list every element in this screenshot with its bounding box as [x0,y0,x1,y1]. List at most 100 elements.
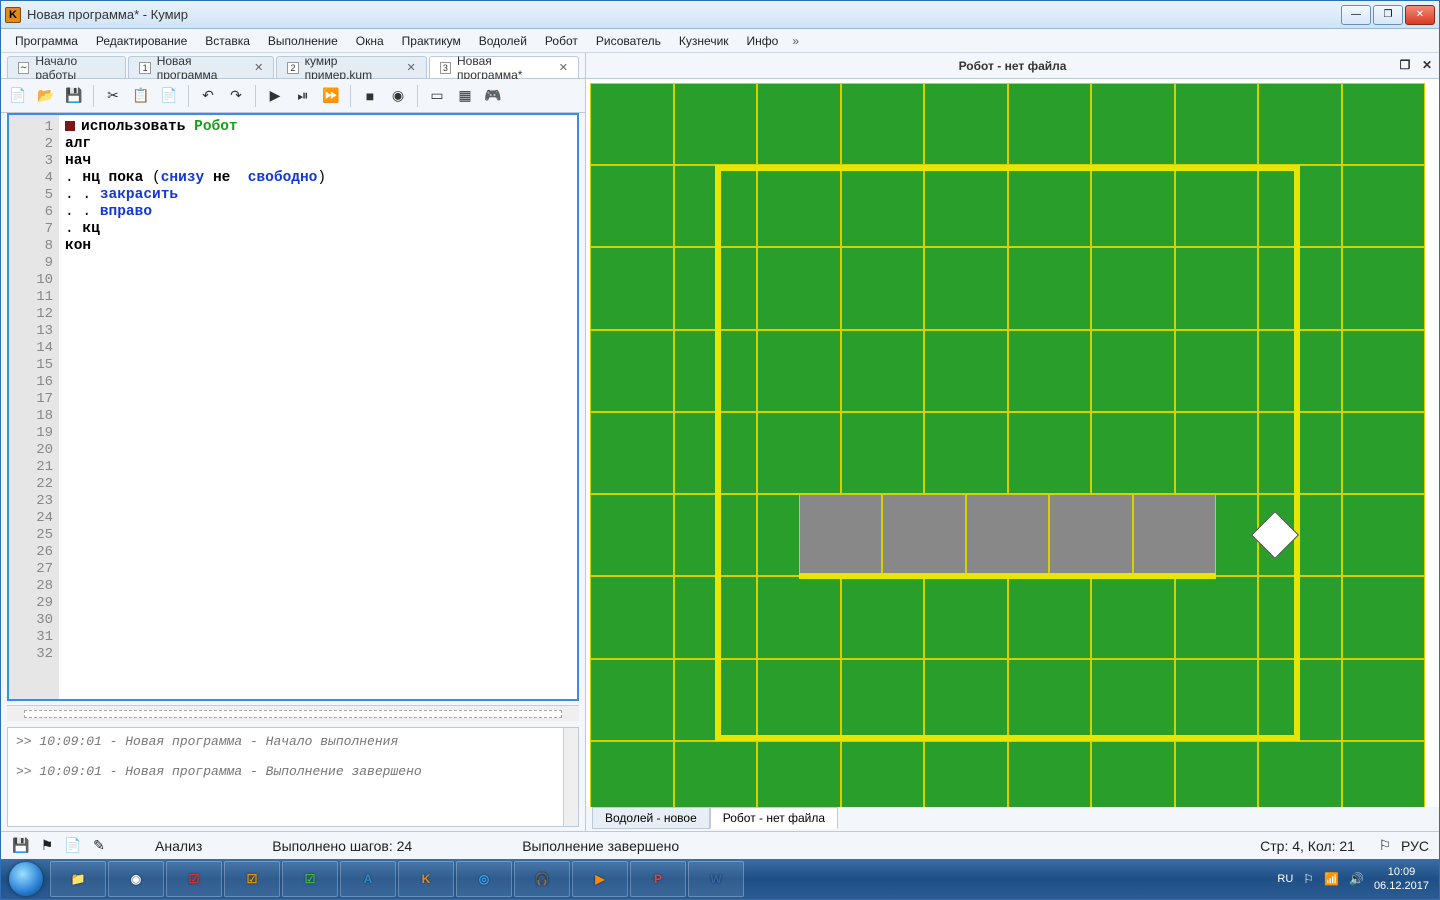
start-button[interactable] [3,860,49,898]
tab-close-icon[interactable]: ✕ [254,61,263,74]
code-editor[interactable]: 1234567891011121314151617181920212223242… [7,113,579,701]
menu-рисователь[interactable]: Рисователь [588,32,669,50]
undo-button[interactable]: ↶ [197,85,219,107]
minimize-button[interactable]: — [1341,5,1371,25]
code-line[interactable]: . кц [65,221,571,238]
open-button[interactable]: 📂 [35,85,57,107]
maximize-button[interactable]: ❐ [1373,5,1403,25]
taskbar-item-check-orange[interactable]: ☑ [224,861,280,897]
save-button[interactable]: 💾 [63,85,85,107]
grid-cell [924,330,1008,412]
editor-tab[interactable]: ∼Начало работы [7,56,126,78]
step-button[interactable]: ⏯ [292,85,314,107]
menu-водолей[interactable]: Водолей [471,32,535,50]
tray-network-icon[interactable]: 📶 [1324,872,1339,886]
grid-cell [590,330,674,412]
menu-практикум[interactable]: Практикум [394,32,469,50]
taskbar-item-chrome[interactable]: ◉ [108,861,164,897]
grid-cell [841,83,925,165]
console-line [16,749,570,764]
code-line[interactable]: алг [65,136,571,153]
output-console[interactable]: >> 10:09:01 - Новая программа - Начало в… [7,727,579,827]
menu-кузнечик[interactable]: Кузнечик [671,32,737,50]
new-button[interactable]: 📄 [7,85,29,107]
code-line[interactable]: . . закрасить [65,187,571,204]
taskbar-item-check-red[interactable]: ☑ [166,861,222,897]
paste-button[interactable]: 📄 [158,85,180,107]
grid-cell [590,741,674,807]
status-edit-icon[interactable]: ✎ [89,836,109,856]
taskbar-item-media[interactable]: ▶ [572,861,628,897]
taskbar-item-ppt[interactable]: P [630,861,686,897]
status-analysis: Анализ [155,838,202,854]
menu-инфо[interactable]: Инфо [739,32,787,50]
taskbar-item-explorer[interactable]: 📁 [50,861,106,897]
code-line[interactable]: нач [65,153,571,170]
editor-tab[interactable]: 2кумир пример.kum✕ [276,56,426,78]
line-gutter: 1234567891011121314151617181920212223242… [9,115,59,699]
code-line[interactable]: кон [65,238,571,255]
taskbar-item-word[interactable]: W [688,861,744,897]
taskbar-item-kumir-k[interactable]: K [398,861,454,897]
grid-cell [924,165,1008,247]
console-line: >> 10:09:01 - Новая программа - Начало в… [16,734,570,749]
stop-button[interactable]: ■ [359,85,381,107]
code-line[interactable]: . нц пока (снизу не свободно) [65,170,571,187]
robot-tab[interactable]: Водолей - новое [592,807,710,829]
taskbar-item-headphones[interactable]: 🎧 [514,861,570,897]
robot-close-button[interactable]: ✕ [1419,57,1435,73]
editor-tab[interactable]: 3Новая программа*✕ [429,56,579,78]
grid-cell [1175,659,1259,741]
taskbar-item-abc[interactable]: A [340,861,396,897]
tab-close-icon[interactable]: ✕ [407,61,416,74]
taskbar-item-kumir-o[interactable]: ◎ [456,861,512,897]
code-area[interactable]: использовать Роботалгнач. нц пока (снизу… [59,115,577,699]
breakpoint-button[interactable]: ◉ [387,85,409,107]
menu-вставка[interactable]: Вставка [197,32,258,50]
menu-робот[interactable]: Робот [537,32,586,50]
editor-tab[interactable]: 1Новая программа✕ [128,56,274,78]
code-line[interactable]: использовать Робот [65,119,571,136]
code-line[interactable]: . . вправо [65,204,571,221]
tray-sound-icon[interactable]: 🔊 [1349,872,1364,886]
menu-редактирование[interactable]: Редактирование [88,32,195,50]
grid-cell [1175,412,1259,494]
grid-cell [1008,412,1092,494]
code-line[interactable] [65,255,571,272]
system-tray[interactable]: RU ⚐ 📶 🔊 10:09 06.12.2017 [1269,865,1437,893]
robot-detach-button[interactable]: ❐ [1397,57,1413,73]
menu-выполнение[interactable]: Выполнение [260,32,346,50]
tray-lang[interactable]: RU [1277,873,1293,885]
editor-tabbar: ∼Начало работы1Новая программа✕2кумир пр… [1,53,585,79]
layout-button[interactable]: ▭ [426,85,448,107]
menu-программа[interactable]: Программа [7,32,86,50]
menu-окна[interactable]: Окна [348,32,392,50]
taskbar-item-check-grid[interactable]: ☑ [282,861,338,897]
redo-button[interactable]: ↷ [225,85,247,107]
close-button[interactable]: ✕ [1405,5,1435,25]
fast-button[interactable]: ⏩ [320,85,342,107]
robot-tab[interactable]: Робот - нет файла [710,807,838,829]
status-note-icon[interactable]: 📄 [63,836,83,856]
grid-cell [590,576,674,658]
tab-close-icon[interactable]: ✕ [559,61,568,74]
cut-button[interactable]: ✂ [102,85,124,107]
status-lang-icon[interactable]: ⚐ [1375,836,1395,856]
grid-button[interactable]: ▦ [454,85,476,107]
copy-button[interactable]: 📋 [130,85,152,107]
grid-cell [1091,659,1175,741]
run-button[interactable]: ▶ [264,85,286,107]
console-vscrollbar[interactable] [563,728,578,826]
grid-cell [841,247,925,329]
game-button[interactable]: 🎮 [482,85,504,107]
grid-cell [841,659,925,741]
menu-overflow[interactable]: » [788,34,803,48]
tray-clock[interactable]: 10:09 06.12.2017 [1374,865,1429,893]
tray-flag-icon[interactable]: ⚐ [1303,872,1314,886]
robot-field[interactable] [590,83,1435,803]
grid-cell [1175,741,1259,807]
editor-hscrollbar[interactable] [7,705,579,721]
status-save-icon[interactable]: 💾 [11,836,31,856]
editor-toolbar: 📄 📂 💾 ✂ 📋 📄 ↶ ↷ ▶ ⏯ ⏩ ■ ◉ ▭ ▦ 🎮 [1,79,585,113]
status-flag-icon[interactable]: ⚑ [37,836,57,856]
